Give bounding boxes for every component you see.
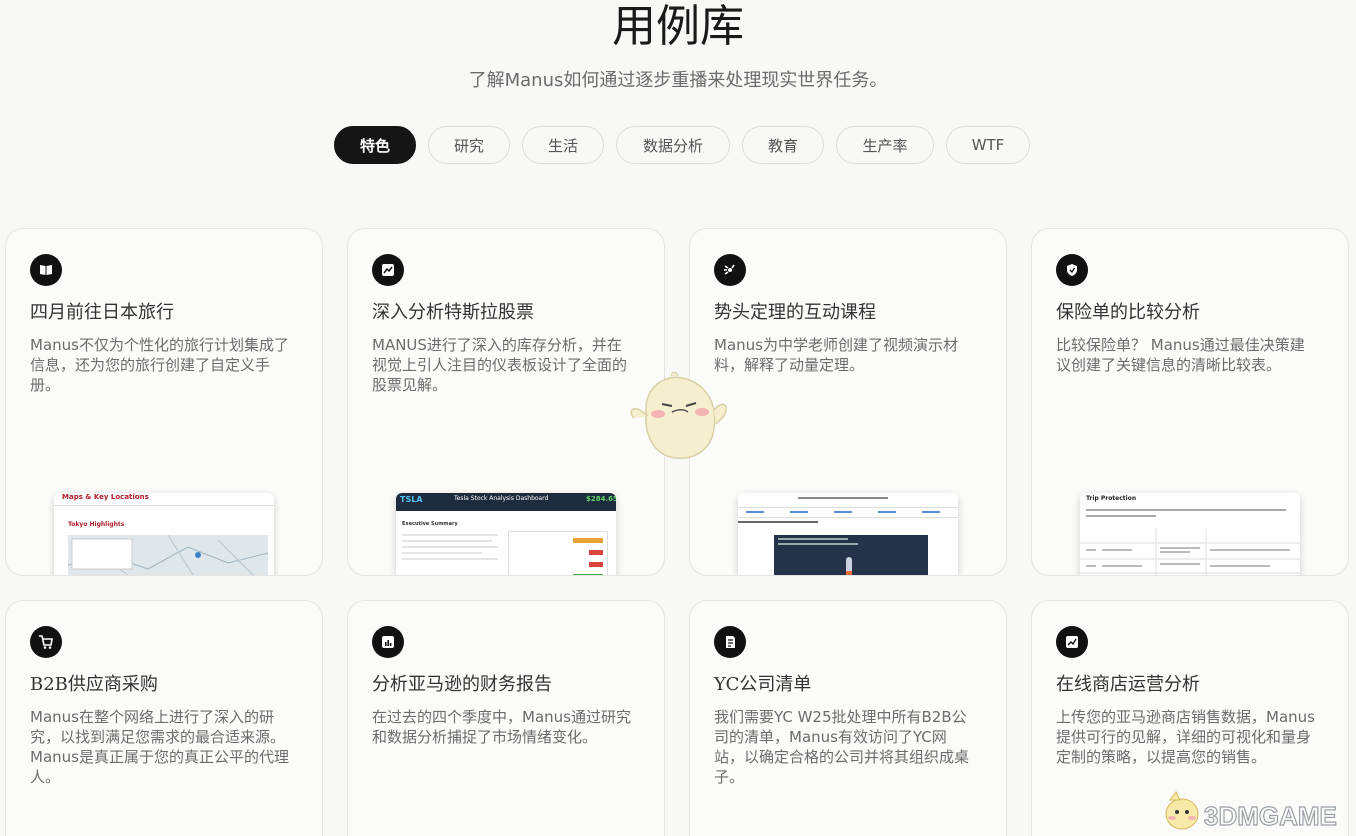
map-thumbnail bbox=[67, 534, 269, 575]
tab-education[interactable]: 教育 bbox=[742, 126, 824, 164]
card-description: 我们需要YC W25批处理中所有B2B公司的清单，Manus有效访问了YC网站，… bbox=[714, 708, 970, 786]
usecase-card-japan-trip[interactable]: 四月前往日本旅行 Manus不仅为个性化的旅行计划集成了信息，还为您的旅行创建了… bbox=[5, 228, 323, 576]
card-description: Manus在整个网络上进行了深入的研究，以找到满足您需求的最合适来源。 Manu… bbox=[30, 708, 289, 786]
tab-featured[interactable]: 特色 bbox=[334, 126, 416, 164]
card-title: B2B供应商采购 bbox=[30, 674, 158, 695]
watermark-text: 3DMGAME bbox=[1204, 801, 1337, 831]
card-description: 比较保险单？ Manus通过最佳决策建议创建了关键信息的清晰比较表。 bbox=[1056, 336, 1305, 374]
usecase-card-b2b-sourcing[interactable]: B2B供应商采购 Manus在整个网络上进行了深入的研究，以找到满足您需求的最合… bbox=[5, 600, 323, 836]
card-preview-image: Trip Protection bbox=[1080, 493, 1300, 575]
atom-icon bbox=[714, 254, 746, 286]
card-title: 保险单的比较分析 bbox=[1056, 302, 1200, 323]
usecase-card-momentum-course[interactable]: 势头定理的互动课程 Manus为中学老师创建了视频演示材料，解释了动量定理。 bbox=[689, 228, 1007, 576]
usecase-card-tesla-stock[interactable]: 深入分析特斯拉股票 MANUS进行了深入的库存分析，并在视觉上引人注目的仪表板设… bbox=[347, 228, 665, 576]
store-chart-icon bbox=[1056, 626, 1088, 658]
preview-heading: Maps & Key Locations bbox=[62, 493, 149, 501]
card-description: Manus不仅为个性化的旅行计划集成了信息，还为您的旅行创建了自定义手册。 bbox=[30, 336, 289, 394]
watermark-logo: 3DMGAME bbox=[1160, 788, 1356, 836]
mascot-sticker bbox=[626, 371, 730, 464]
book-icon bbox=[30, 254, 62, 286]
card-description: 上传您的亚马逊商店销售数据，Manus提供可行的见解，详细的可视化和量身定制的策… bbox=[1056, 708, 1315, 766]
card-description: MANUS进行了深入的库存分析，并在视觉上引人注目的仪表板设计了全面的股票见解。 bbox=[372, 336, 628, 394]
usecase-card-insurance-compare[interactable]: 保险单的比较分析 比较保险单？ Manus通过最佳决策建议创建了关键信息的清晰比… bbox=[1031, 228, 1349, 576]
preview-heading: Trip Protection bbox=[1086, 495, 1137, 502]
page-subtitle: 了解Manus如何通过逐步重播来处理现实世界任务。 bbox=[468, 70, 888, 91]
preview-price: $284.65 bbox=[586, 495, 616, 503]
card-preview-image: TSLA Tesla Stock Analysis Dashboard $284… bbox=[396, 493, 616, 575]
preview-subheading: Tokyo Highlights bbox=[68, 521, 125, 528]
card-title: 分析亚马逊的财务报告 bbox=[372, 674, 552, 695]
preview-heading: Tesla Stock Analysis Dashboard bbox=[454, 495, 549, 502]
tab-wtf[interactable]: WTF bbox=[946, 126, 1030, 164]
tab-productivity[interactable]: 生产率 bbox=[836, 126, 934, 164]
card-preview-image: Maps & Key Locations Tokyo Highlights bbox=[54, 493, 274, 575]
card-title: YC公司清单 bbox=[714, 674, 812, 695]
page-title: 用例库 bbox=[612, 1, 744, 52]
card-preview-image bbox=[738, 493, 958, 575]
report-icon bbox=[372, 626, 404, 658]
tab-life[interactable]: 生活 bbox=[522, 126, 604, 164]
card-description: Manus为中学老师创建了视频演示材料，解释了动量定理。 bbox=[714, 336, 958, 374]
card-title: 在线商店运营分析 bbox=[1056, 674, 1200, 695]
card-title: 四月前往日本旅行 bbox=[30, 302, 174, 323]
card-description: 在过去的四个季度中，Manus通过研究和数据分析捕捉了市场情绪变化。 bbox=[372, 708, 631, 746]
cart-icon bbox=[30, 626, 62, 658]
chart-icon bbox=[372, 254, 404, 286]
card-title: 势头定理的互动课程 bbox=[714, 302, 876, 323]
preview-ticker: TSLA bbox=[400, 495, 423, 504]
category-tabs: 特色 研究 生活 数据分析 教育 生产率 WTF bbox=[0, 126, 1356, 164]
shield-icon bbox=[1056, 254, 1088, 286]
tab-data-analysis[interactable]: 数据分析 bbox=[616, 126, 730, 164]
tab-research[interactable]: 研究 bbox=[428, 126, 510, 164]
usecase-card-amazon-financials[interactable]: 分析亚马逊的财务报告 在过去的四个季度中，Manus通过研究和数据分析捕捉了市场… bbox=[347, 600, 665, 836]
usecase-card-yc-companies[interactable]: YC公司清单 我们需要YC W25批处理中所有B2B公司的清单，Manus有效访… bbox=[689, 600, 1007, 836]
card-title: 深入分析特斯拉股票 bbox=[372, 302, 534, 323]
preview-subheading: Executive Summary bbox=[402, 521, 458, 527]
list-icon bbox=[714, 626, 746, 658]
